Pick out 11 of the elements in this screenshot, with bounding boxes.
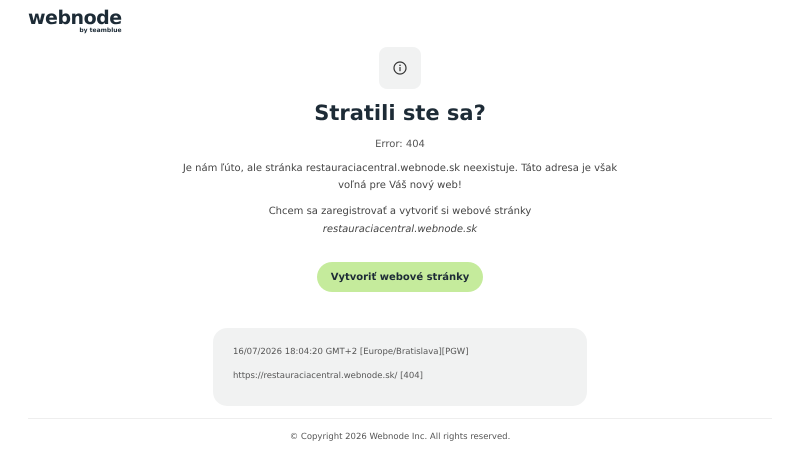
copyright-text: © Copyright 2026 Webnode Inc. All rights reserved. [288,432,512,442]
error-code: Error: 404 [375,139,425,150]
logo-wordmark: webnode [28,8,122,28]
details-line: 16/07/2026 18:04:20 GMT+2 [Europe/Bratislava][PGW] [233,347,470,357]
details-line: https://restauraciacentral.webnode.sk/ [404] [233,371,424,381]
error-message: Je nám ľúto, ale stránka restauraciacentral.webnode.sk neexistuje. Táto adresa je však voľná pre Váš nový web! [181,162,618,193]
register-text: Chcem sa zaregistrovať a vytvoriť si webové stránky [268,204,532,219]
create-website-button[interactable]: Vytvoriť webové stránky [316,262,484,292]
info-icon [393,61,407,75]
page-heading: Stratili ste sa? [314,101,486,125]
register-domain: restauraciacentral.webnode.sk [322,223,478,237]
